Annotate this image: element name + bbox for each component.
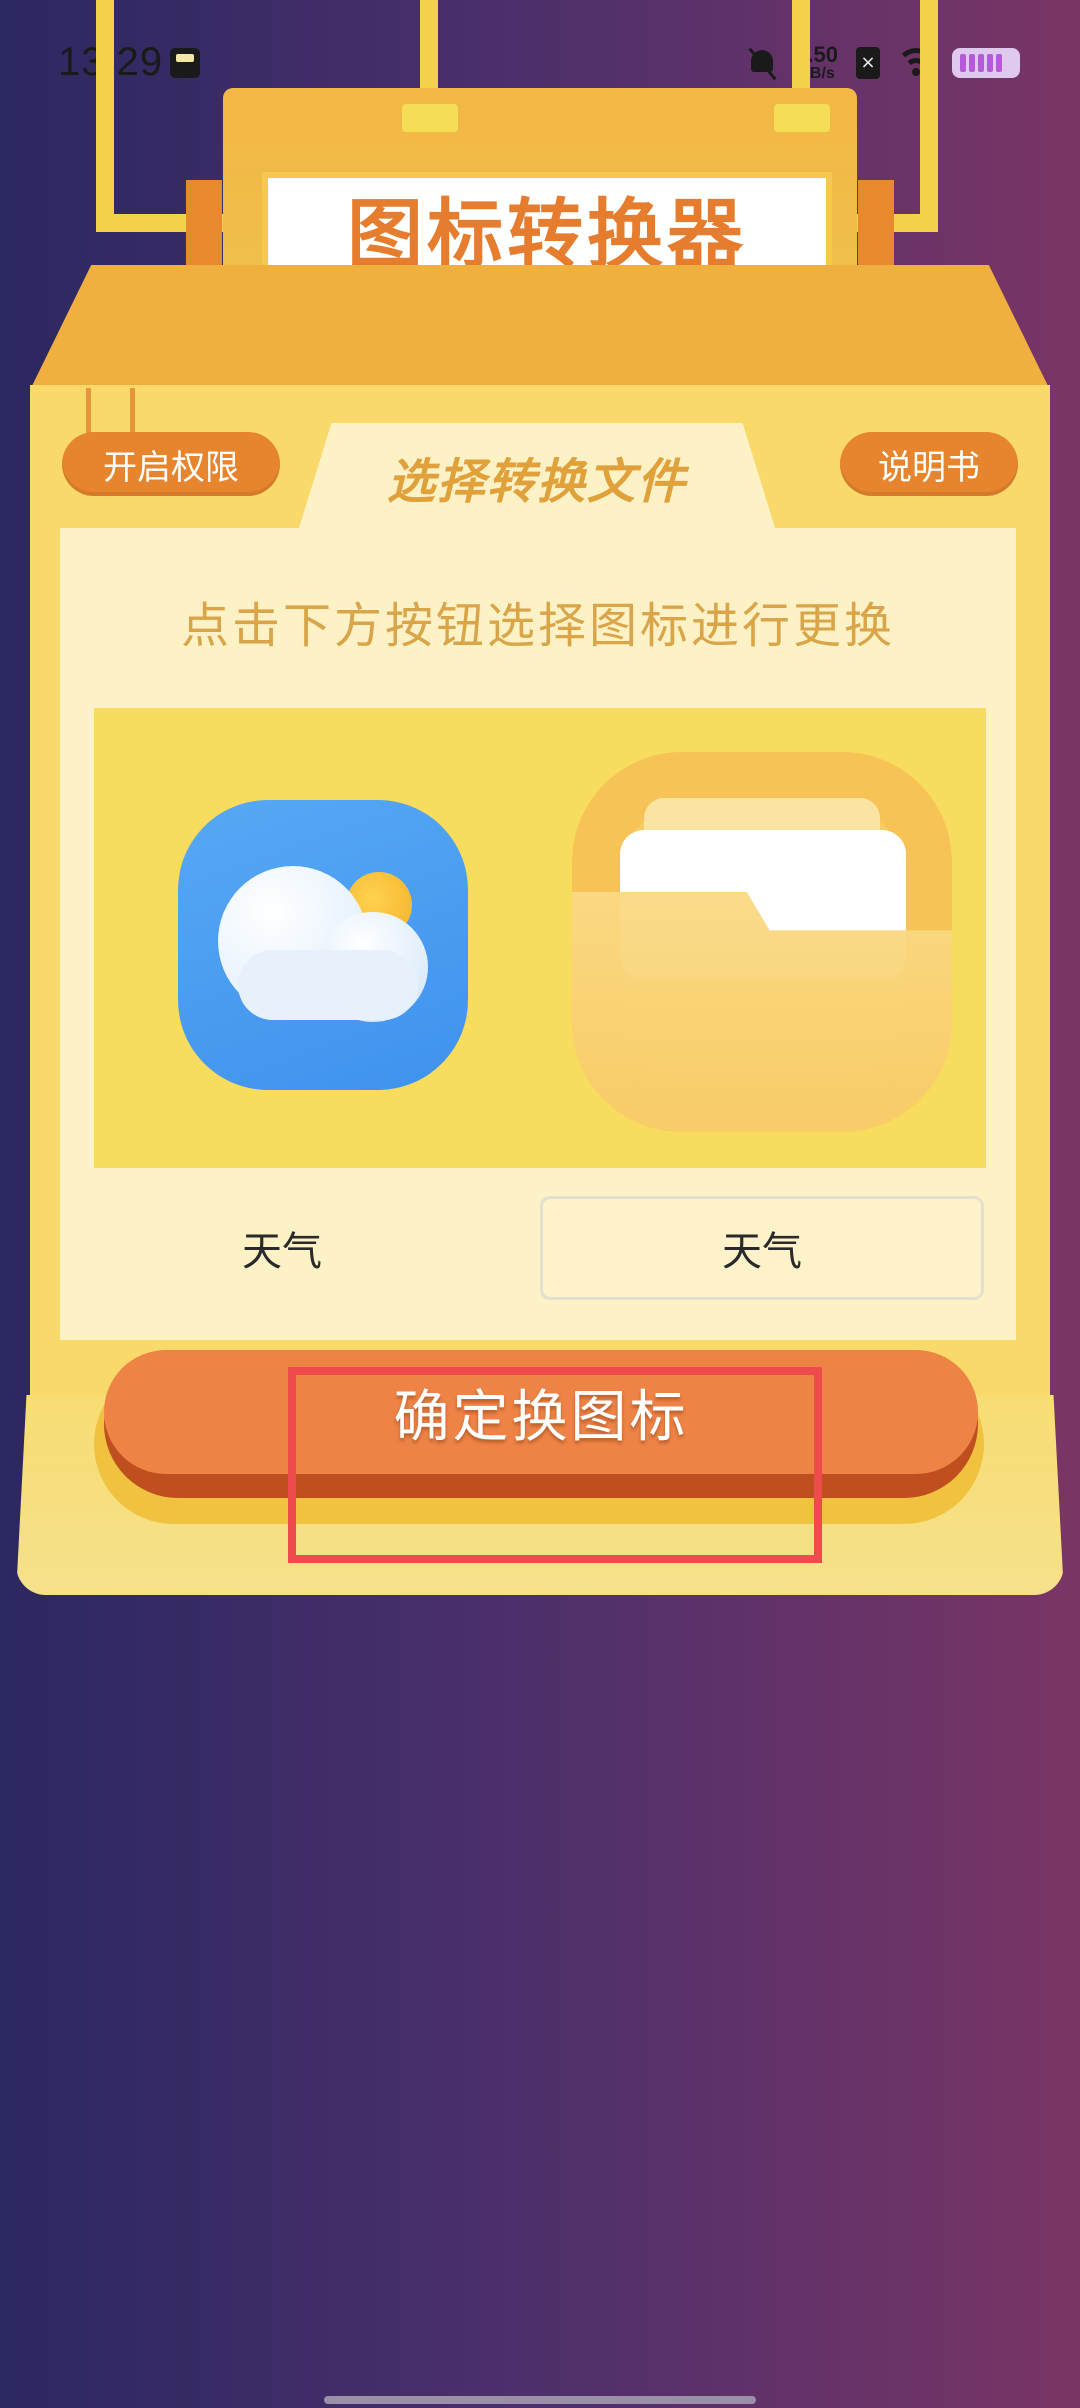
original-app-name: 天气 (242, 1229, 322, 1275)
tab-select-file-label: 选择转换文件 (386, 454, 687, 510)
instruction-text: 点击下方按钮选择图标进行更换 (180, 598, 895, 654)
highlight-annotation-box (288, 1367, 822, 1563)
manual-button[interactable]: 说明书 (840, 432, 1018, 496)
antenna-right-vertical (920, 0, 938, 232)
folder-app-icon[interactable] (572, 752, 952, 1132)
status-icons: 0.50 KB/s × (747, 38, 1020, 88)
mute-icon (747, 46, 777, 80)
side-block-left (186, 180, 222, 276)
tab-select-file: 选择转换文件 (298, 423, 776, 531)
app-notification-icon (170, 48, 200, 78)
battery-icon (952, 48, 1020, 78)
enable-permission-button[interactable]: 开启权限 (62, 432, 280, 496)
home-indicator[interactable] (324, 2396, 756, 2404)
weather-app-icon[interactable] (178, 800, 468, 1090)
machine-shoulder (30, 265, 1050, 390)
antenna-left-vertical (96, 0, 114, 232)
icon-panel: 点击下方按钮选择图标进行更换 天气 天气 (60, 528, 1016, 1340)
knob-right (774, 104, 830, 132)
icon-preview-area (94, 708, 986, 1168)
sim-icon: × (856, 47, 880, 79)
side-block-right (858, 180, 894, 276)
knob-left (402, 104, 458, 132)
new-app-name-field[interactable]: 天气 (540, 1196, 984, 1300)
